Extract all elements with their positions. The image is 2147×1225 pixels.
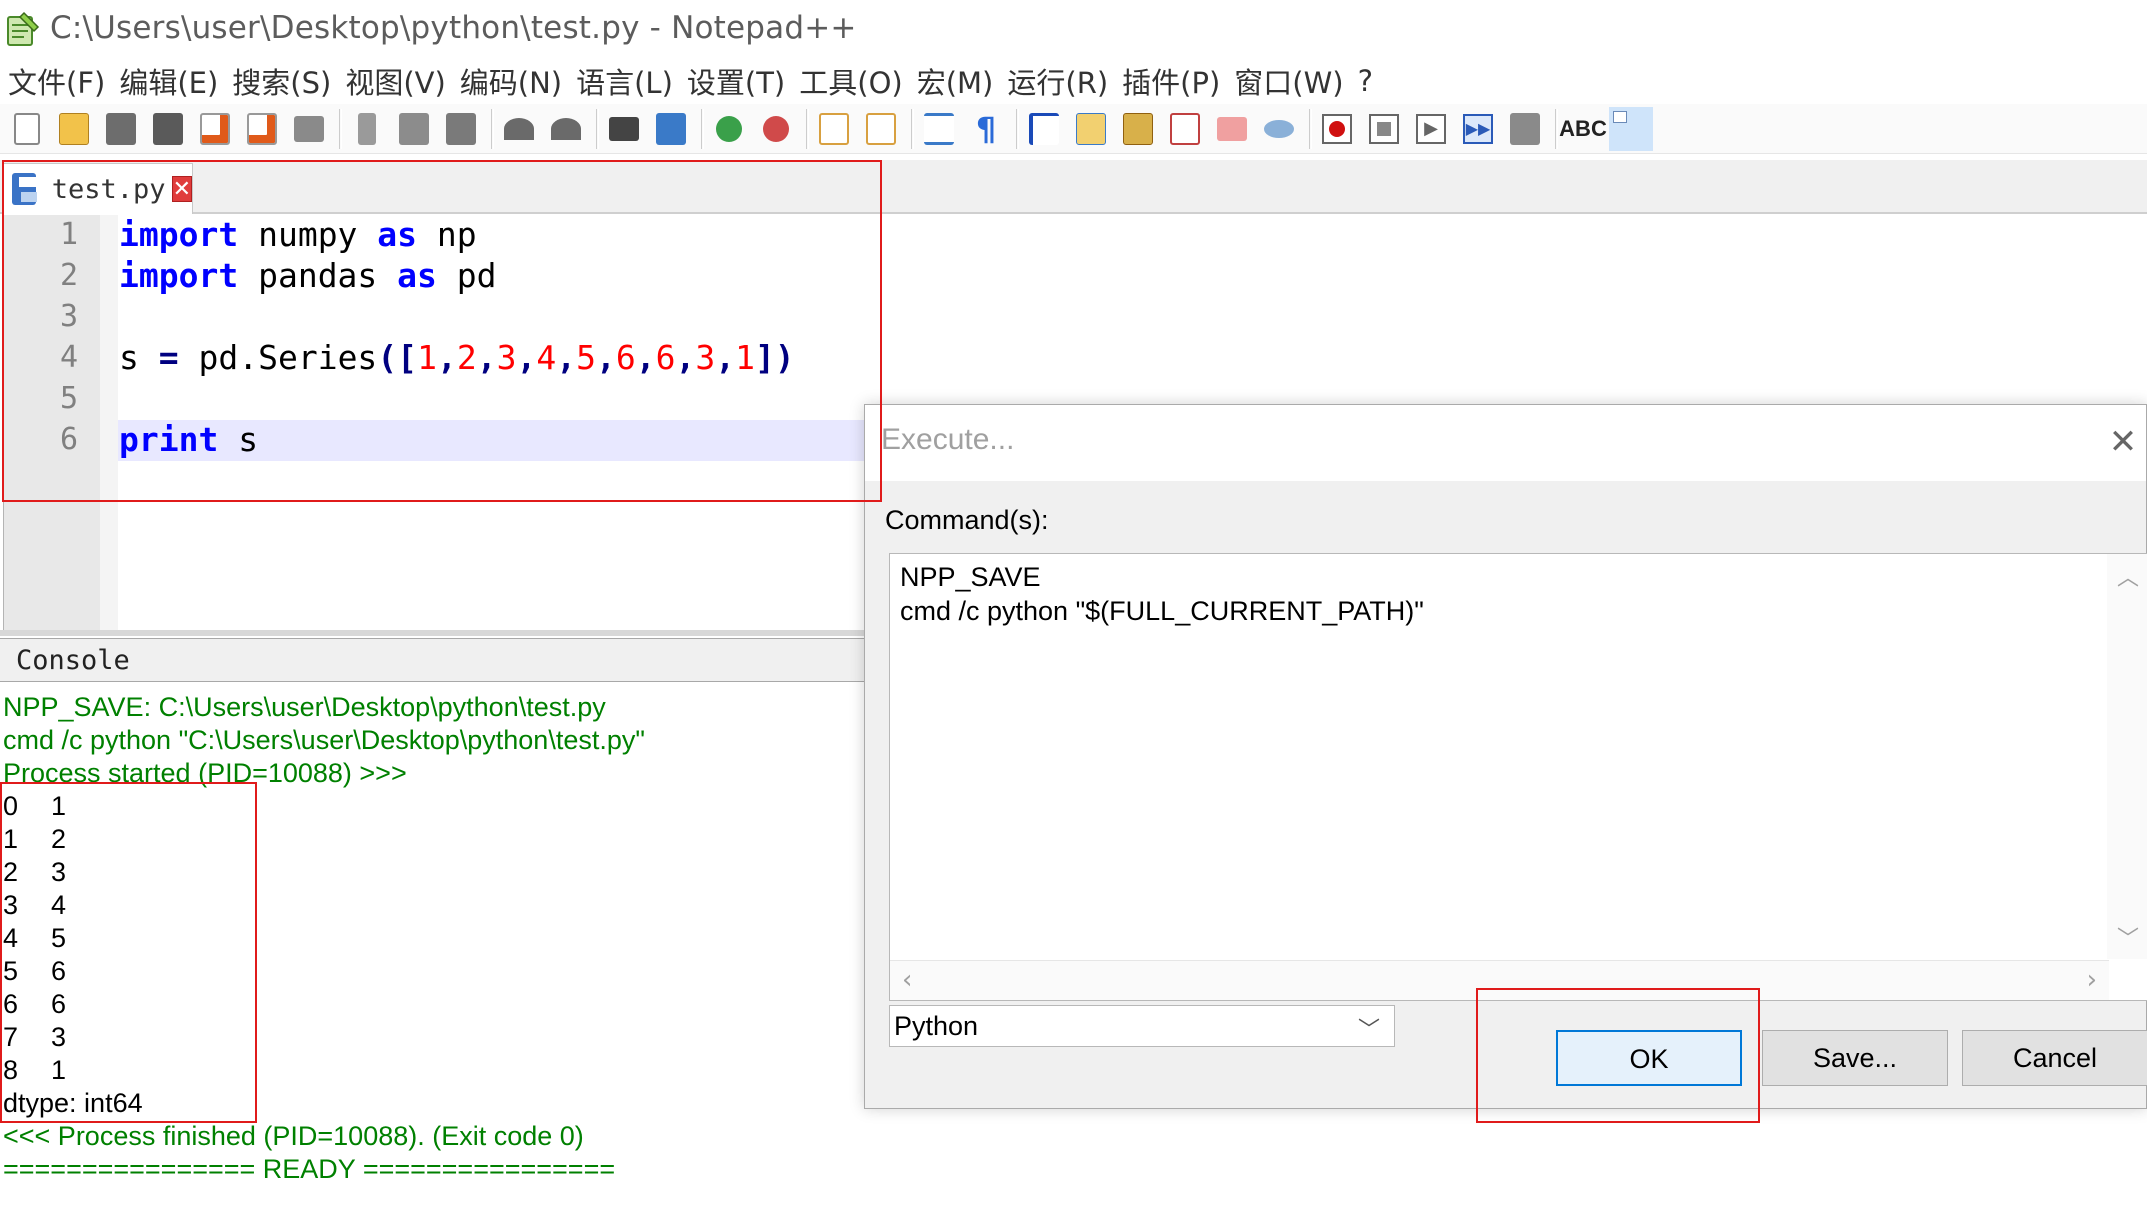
save-button[interactable]: Save... [1762, 1030, 1948, 1086]
toolbar-separator [1016, 108, 1019, 149]
menu-run[interactable]: 运行(R) [999, 60, 1114, 102]
script-select[interactable]: Python ﹀ [889, 1005, 1395, 1047]
indent-guide-icon[interactable] [1023, 108, 1065, 150]
dialog-title-bar[interactable]: Execute... ✕ [865, 405, 2146, 481]
copy-icon[interactable] [393, 108, 435, 150]
function-list-icon[interactable] [1164, 108, 1206, 150]
menu-edit[interactable]: 编辑(E) [111, 60, 224, 102]
vertical-scrollbar[interactable]: ︿ ﹀ [2107, 554, 2147, 959]
commands-text: NPP_SAVE cmd /c python "$(FULL_CURRENT_P… [900, 562, 1424, 626]
monitoring-icon[interactable] [1258, 108, 1300, 150]
console-line: <<< Process finished (PID=10088). (Exit … [3, 1121, 584, 1151]
console-line: NPP_SAVE: C:\Users\user\Desktop\python\t… [3, 692, 606, 722]
toolbar: ¶ ▶ ▶▶ ABC [0, 104, 2147, 154]
print-icon[interactable] [288, 108, 330, 150]
open-file-icon[interactable] [53, 108, 95, 150]
menu-settings[interactable]: 设置(T) [679, 60, 791, 102]
title-bar: C:\Users\user\Desktop\python\test.py - N… [0, 0, 2147, 56]
save-macro-icon[interactable] [1504, 108, 1546, 150]
toolbar-separator [911, 108, 914, 149]
menu-plugins[interactable]: 插件(P) [1114, 60, 1226, 102]
annotation-box-output [0, 782, 257, 1123]
doc-map-icon[interactable] [1117, 108, 1159, 150]
scroll-up-icon[interactable]: ︿ [2117, 560, 2139, 592]
extra-icon[interactable] [1609, 106, 1653, 151]
console-line: ================ READY ================ [3, 1154, 616, 1184]
menu-encoding[interactable]: 编码(N) [452, 60, 568, 102]
commands-textarea[interactable]: NPP_SAVE cmd /c python "$(FULL_CURRENT_P… [889, 553, 2147, 1001]
menu-macro[interactable]: 宏(M) [909, 60, 1000, 102]
notepad-plus-plus-icon [4, 9, 42, 47]
udl-icon[interactable] [1070, 108, 1112, 150]
toolbar-separator [339, 108, 342, 149]
cancel-button[interactable]: Cancel [1962, 1030, 2147, 1086]
scroll-right-icon[interactable]: › [2087, 965, 2097, 995]
menu-tools[interactable]: 工具(O) [791, 60, 908, 102]
script-select-value: Python [894, 1010, 979, 1041]
menu-help[interactable]: ? [1350, 64, 1379, 98]
close-all-icon[interactable] [241, 108, 283, 150]
chevron-down-icon: ﹀ [1357, 1018, 1380, 1043]
menu-search[interactable]: 搜索(S) [224, 60, 337, 102]
menu-view[interactable]: 视图(V) [337, 60, 451, 102]
toolbar-separator [701, 108, 704, 149]
scroll-left-icon[interactable]: ‹ [902, 965, 912, 995]
toolbar-separator [596, 108, 599, 149]
save-icon[interactable] [100, 108, 142, 150]
show-all-chars-icon[interactable]: ¶ [965, 108, 1007, 150]
stop-record-icon[interactable] [1363, 108, 1405, 150]
commands-label: Command(s): [885, 505, 1049, 535]
zoom-out-icon[interactable] [755, 108, 797, 150]
sync-vertical-icon[interactable] [813, 108, 855, 150]
console-title: Console [16, 644, 130, 676]
save-all-icon[interactable] [147, 108, 189, 150]
find-icon[interactable] [603, 108, 645, 150]
undo-icon[interactable] [498, 108, 540, 150]
close-icon[interactable] [194, 108, 236, 150]
sync-horizontal-icon[interactable] [860, 108, 902, 150]
spell-check-icon[interactable]: ABC [1559, 108, 1607, 150]
word-wrap-icon[interactable] [918, 108, 960, 150]
dialog-title: Execute... [881, 423, 1015, 456]
console-line: cmd /c python "C:\Users\user\Desktop\pyt… [3, 725, 645, 755]
record-macro-icon[interactable] [1316, 108, 1358, 150]
menu-window[interactable]: 窗口(W) [1226, 60, 1349, 102]
run-macro-multiple-icon[interactable]: ▶▶ [1457, 108, 1499, 150]
cut-icon[interactable] [346, 108, 388, 150]
toolbar-separator [1555, 108, 1558, 149]
menu-file[interactable]: 文件(F) [0, 60, 111, 102]
console-header: Console [0, 638, 870, 682]
zoom-in-icon[interactable] [708, 108, 750, 150]
toolbar-separator [806, 108, 809, 149]
annotation-box-editor [2, 160, 882, 502]
redo-icon[interactable] [545, 108, 587, 150]
window-title: C:\Users\user\Desktop\python\test.py - N… [50, 10, 857, 46]
close-icon[interactable]: ✕ [2104, 423, 2142, 461]
menu-language[interactable]: 语言(L) [568, 60, 679, 102]
annotation-box-ok [1476, 988, 1760, 1123]
toolbar-separator [491, 108, 494, 149]
play-macro-icon[interactable]: ▶ [1410, 108, 1452, 150]
folder-workspace-icon[interactable] [1211, 108, 1253, 150]
replace-icon[interactable] [650, 108, 692, 150]
menu-bar: 文件(F) 编辑(E) 搜索(S) 视图(V) 编码(N) 语言(L) 设置(T… [0, 58, 2147, 104]
scroll-down-icon[interactable]: ﹀ [2117, 921, 2139, 953]
new-file-icon[interactable] [6, 108, 48, 150]
toolbar-separator [1309, 108, 1312, 149]
paste-icon[interactable] [440, 108, 482, 150]
